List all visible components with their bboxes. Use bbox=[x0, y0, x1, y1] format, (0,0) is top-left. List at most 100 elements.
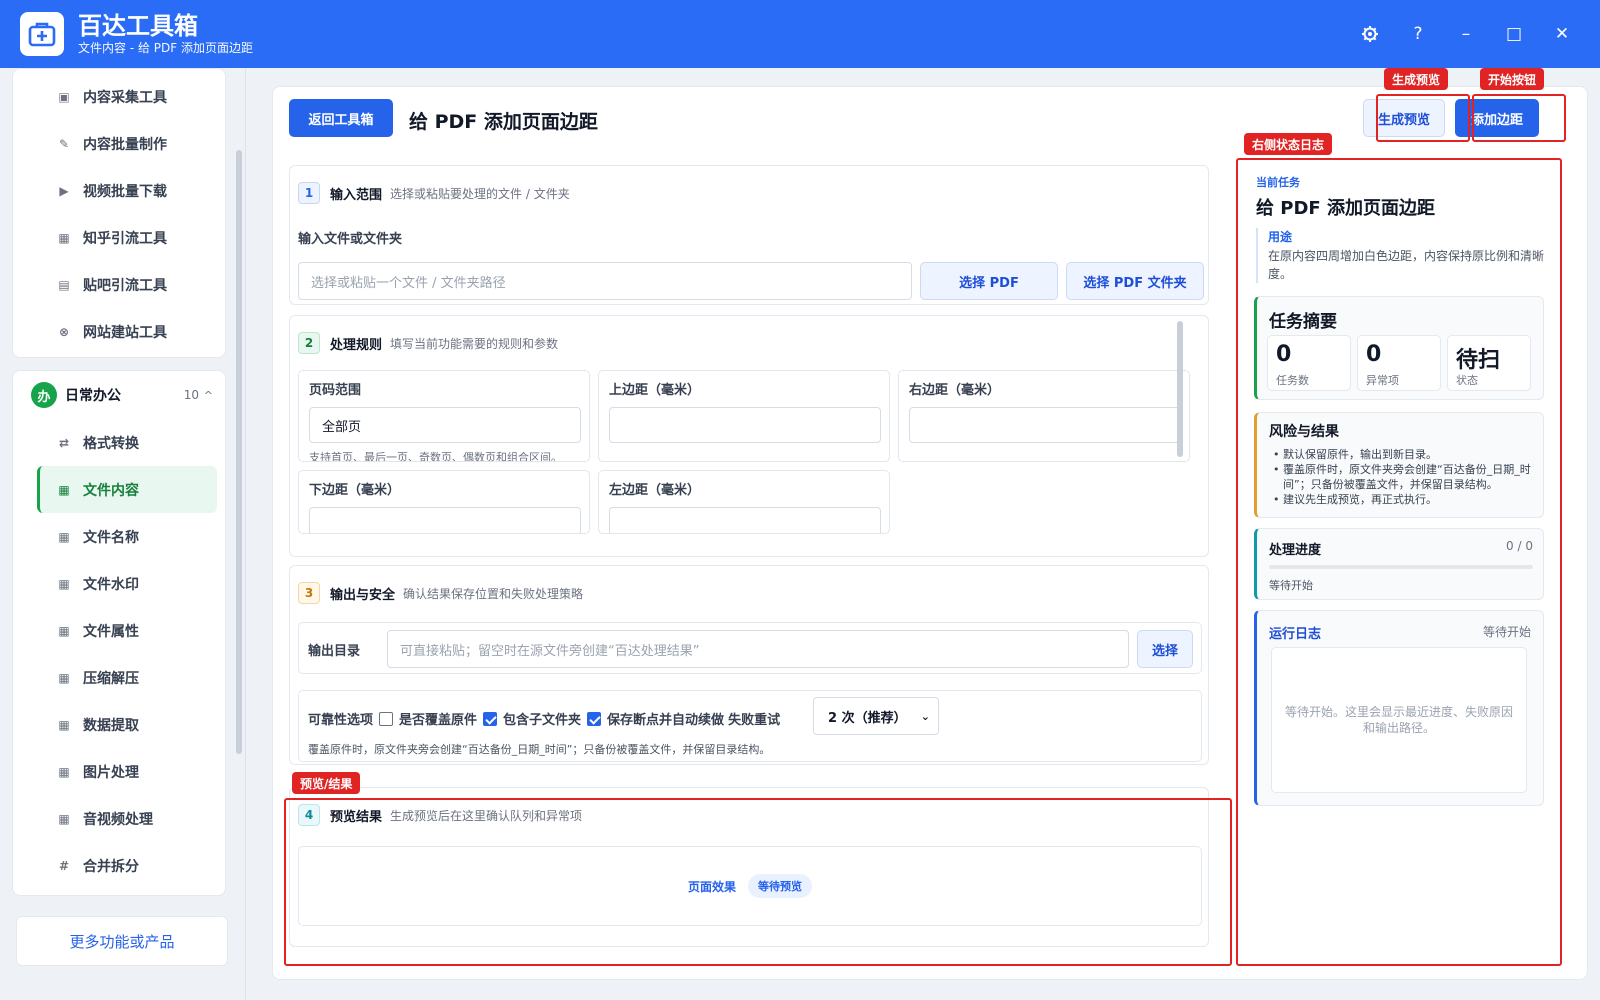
section-input: 1 输入范围 选择或粘贴要处理的文件 / 文件夹 输入文件或文件夹 选择或粘贴一… bbox=[289, 165, 1209, 305]
subfolder-checkbox[interactable] bbox=[483, 712, 498, 726]
collapse-icon[interactable]: ^ bbox=[204, 389, 213, 402]
preview-annotation-tag: 生成预览 bbox=[1384, 68, 1449, 90]
sidebar-item-tieba[interactable]: ▤ 贴吧引流工具 bbox=[13, 261, 225, 308]
section-title: 输入范围 bbox=[330, 187, 383, 203]
grid-icon: ▦ bbox=[58, 670, 70, 685]
risk-item: 覆盖原件时，原文件夹旁会创建“百达备份_日期_时间”；只备份被覆盖文件，并保留目… bbox=[1271, 462, 1537, 492]
zhihu-icon: ▦ bbox=[58, 230, 70, 245]
overwrite-checkbox[interactable] bbox=[379, 712, 394, 726]
retry-select[interactable]: 2 次（推荐） ⌄ bbox=[813, 697, 939, 735]
sidebar-office-group: 办 日常办公 10 ^ ⇄ 格式转换 ▦ 文件内容 ▦ 文件名称 ▦ 文件水印 ▦ 文件属… bbox=[12, 370, 226, 896]
convert-icon: ⇄ bbox=[58, 435, 70, 450]
sidebar-item-video-download[interactable]: ▶ 视频批量下载 bbox=[13, 167, 225, 214]
section-desc: 生成预览后在这里确认队列和异常项 bbox=[390, 808, 583, 823]
title-bar: 百达工具箱 文件内容 - 给 PDF 添加页面边距 ? – □ ✕ bbox=[0, 0, 1600, 68]
stat-task-count: 0 任务数 bbox=[1267, 335, 1351, 391]
sidebar-item-compress[interactable]: ▦ 压缩解压 bbox=[13, 654, 225, 701]
section-number: 1 bbox=[298, 182, 320, 204]
section-desc: 填写当前功能需要的规则和参数 bbox=[390, 336, 559, 351]
sidebar-scrollbar[interactable] bbox=[236, 150, 242, 754]
grid-icon: ▦ bbox=[58, 623, 70, 638]
risk-card: 风险与结果 默认保留原件，输出到新目录。 覆盖原件时，原文件夹旁会创建“百达备份… bbox=[1254, 412, 1544, 518]
select-pdf-button[interactable]: 选择 PDF bbox=[920, 262, 1058, 300]
overwrite-note: 覆盖原件时，原文件夹旁会创建“百达备份_日期_时间”；只备份被覆盖文件，并保留目… bbox=[308, 743, 771, 756]
summary-title: 任务摘要 bbox=[1269, 312, 1337, 332]
back-to-toolbox-button[interactable]: 返回工具箱 bbox=[289, 99, 393, 137]
help-button[interactable]: ? bbox=[1394, 18, 1442, 50]
minimize-button[interactable]: – bbox=[1442, 18, 1490, 50]
output-dir-input[interactable]: 可直接粘贴；留空时在源文件旁创建“百达处理结果” bbox=[387, 630, 1129, 668]
sidebar-item-image[interactable]: ▦ 图片处理 bbox=[13, 748, 225, 795]
web-icon: ⊗ bbox=[58, 324, 70, 339]
close-button[interactable]: ✕ bbox=[1538, 18, 1586, 50]
sidebar-item-file-content[interactable]: ▦ 文件内容 bbox=[37, 466, 217, 513]
bottom-margin-input[interactable] bbox=[309, 507, 581, 533]
sidebar-item-website[interactable]: ⊗ 网站建站工具 bbox=[13, 308, 225, 355]
param-label: 右边距（毫米） bbox=[909, 383, 1001, 398]
sidebar-top-group: ▣ 内容采集工具 ✎ 内容批量制作 ▶ 视频批量下载 ▦ 知乎引流工具 ▤ 贴吧引流工具 … bbox=[12, 68, 226, 358]
start-annotation-tag: 开始按钮 bbox=[1480, 68, 1545, 90]
group-header[interactable]: 办 日常办公 10 ^ bbox=[13, 371, 225, 419]
task-usage: 用途 在原内容四周增加白色边距，内容保持原比例和清晰度。 bbox=[1256, 228, 1544, 283]
sidebar-item-zhihu[interactable]: ▦ 知乎引流工具 bbox=[13, 214, 225, 261]
risk-item: 默认保留原件，输出到新目录。 bbox=[1271, 447, 1537, 462]
maximize-button[interactable]: □ bbox=[1490, 18, 1538, 50]
add-margin-button[interactable]: 添加边距 bbox=[1455, 99, 1539, 137]
status-log-panel: 当前任务 给 PDF 添加页面边距 用途 在原内容四周增加白色边距，内容保持原比… bbox=[1238, 162, 1558, 944]
grid-icon: ▦ bbox=[58, 811, 70, 826]
log-output: 等待开始。这里会显示最近进度、失败原因和输出路径。 bbox=[1271, 647, 1527, 793]
log-status: 等待开始 bbox=[1482, 625, 1531, 639]
settings-button[interactable] bbox=[1346, 18, 1394, 50]
input-path-field[interactable]: 选择或粘贴一个文件 / 文件夹路径 bbox=[298, 262, 912, 300]
sidebar-item-watermark[interactable]: ▦ 文件水印 bbox=[13, 560, 225, 607]
app-logo bbox=[20, 12, 64, 56]
sidebar-item-format[interactable]: ⇄ 格式转换 bbox=[13, 419, 225, 466]
sidebar-item-batch-make[interactable]: ✎ 内容批量制作 bbox=[13, 120, 225, 167]
page-range-input[interactable]: 全部页 bbox=[309, 407, 581, 443]
param-top-margin: 上边距（毫米） bbox=[598, 370, 890, 462]
progress-bar bbox=[1269, 565, 1533, 569]
param-page-range: 页码范围 全部页 支持首页、最后一页、奇数页、偶数页和组合区间。 bbox=[298, 370, 590, 462]
more-products-button[interactable]: 更多功能或产品 bbox=[16, 916, 228, 966]
output-dir-label: 输出目录 bbox=[308, 644, 361, 659]
scroll-thumb[interactable] bbox=[1177, 321, 1183, 457]
choose-output-button[interactable]: 选择 bbox=[1137, 630, 1193, 668]
progress-card: 处理进度 0 / 0 等待开始 bbox=[1254, 528, 1544, 600]
sidebar-item-data-extract[interactable]: ▦ 数据提取 bbox=[13, 701, 225, 748]
select-pdf-folder-button[interactable]: 选择 PDF 文件夹 bbox=[1066, 262, 1204, 300]
generate-preview-button[interactable]: 生成预览 bbox=[1363, 99, 1445, 137]
preview-status-badge: 等待预览 bbox=[748, 874, 812, 898]
param-label: 页码范围 bbox=[309, 383, 362, 398]
resume-checkbox[interactable] bbox=[587, 712, 602, 726]
video-icon: ▶ bbox=[59, 183, 69, 198]
current-task-title: 给 PDF 添加页面边距 bbox=[1256, 198, 1435, 219]
hash-icon: # bbox=[58, 858, 70, 873]
section-number: 4 bbox=[298, 804, 320, 826]
tieba-icon: ▤ bbox=[58, 277, 70, 292]
sidebar-item-merge-split[interactable]: # 合并拆分 bbox=[13, 842, 225, 889]
grid-icon: ▦ bbox=[58, 576, 70, 591]
left-margin-input[interactable] bbox=[609, 507, 881, 533]
group-title: 日常办公 bbox=[65, 388, 121, 404]
section-title: 输出与安全 bbox=[330, 587, 396, 603]
sidebar-item-file-name[interactable]: ▦ 文件名称 bbox=[13, 513, 225, 560]
page-effect-label: 页面效果 bbox=[687, 879, 736, 894]
risk-list: 默认保留原件，输出到新目录。 覆盖原件时，原文件夹旁会创建“百达备份_日期_时间… bbox=[1271, 447, 1537, 507]
right-margin-input[interactable] bbox=[909, 407, 1181, 443]
section-number: 3 bbox=[298, 582, 320, 604]
sidebar-item-content-collect[interactable]: ▣ 内容采集工具 bbox=[13, 73, 225, 120]
rules-scrollbar[interactable] bbox=[1177, 309, 1183, 467]
group-count: 10 bbox=[183, 388, 199, 402]
task-summary-card: 任务摘要 0 任务数 0 异常项 待扫 状态 bbox=[1254, 296, 1544, 400]
input-field-label: 输入文件或文件夹 bbox=[298, 232, 403, 247]
section-desc: 确认结果保存位置和失败处理策略 bbox=[403, 586, 584, 601]
sidebar-item-file-props[interactable]: ▦ 文件属性 bbox=[13, 607, 225, 654]
sidebar-item-av[interactable]: ▦ 音视频处理 bbox=[13, 795, 225, 842]
progress-count: 0 / 0 bbox=[1506, 539, 1533, 553]
grid-icon: ▦ bbox=[58, 529, 70, 544]
top-margin-input[interactable] bbox=[609, 407, 881, 443]
param-hint: 支持首页、最后一页、奇数页、偶数页和组合区间。 bbox=[309, 451, 562, 462]
section-desc: 选择或粘贴要处理的文件 / 文件夹 bbox=[390, 186, 570, 201]
run-log-card: 运行日志 等待开始 等待开始。这里会显示最近进度、失败原因和输出路径。 bbox=[1254, 610, 1544, 806]
grid-icon: ▦ bbox=[58, 764, 70, 779]
